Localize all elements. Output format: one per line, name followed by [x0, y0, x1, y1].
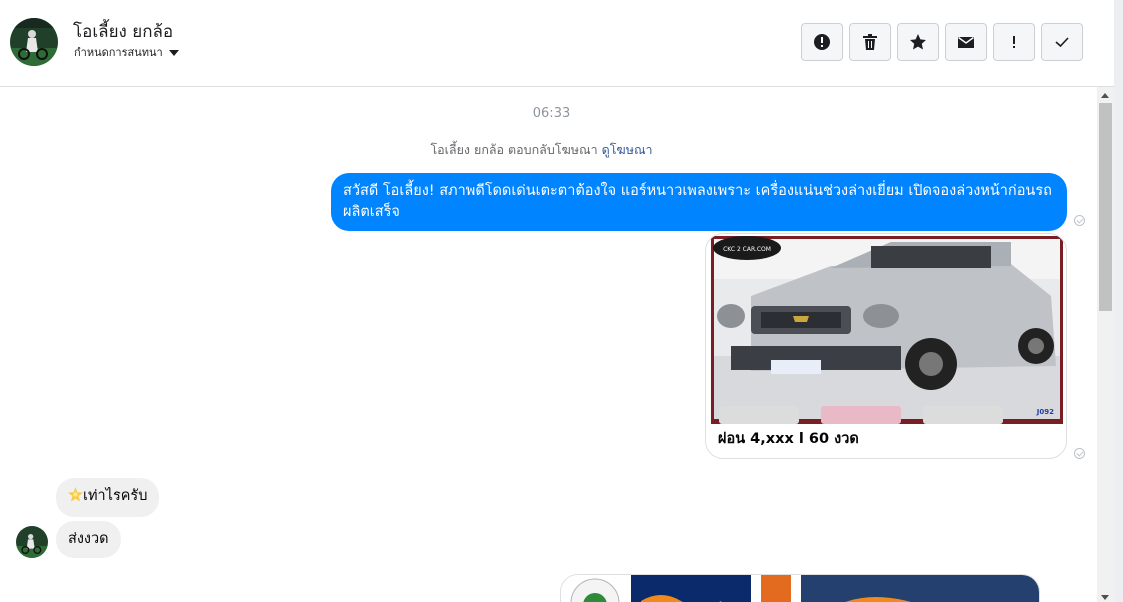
assign-conversation-dropdown[interactable]: กำหนดการสนทนา: [74, 43, 179, 61]
ad-image-card[interactable]: CKC 2 CAR.COM J092 ผ่อน 4,xxx l 60 งวด: [705, 233, 1067, 459]
card-caption: ผ่อน 4,xxx l 60 งวด: [718, 431, 859, 447]
scrollbar-thumb[interactable]: [1099, 103, 1112, 311]
scroll-down-arrow-icon[interactable]: [1101, 595, 1109, 600]
ad-reply-notice: โอเลี้ยง ยกล้อ ตอบกลับโฆษณา ดูโฆษณา: [0, 140, 1083, 160]
exclamation-icon: [1013, 36, 1015, 48]
outgoing-message-bubble[interactable]: สวัสดี โอเลี้ยง! สภาพดีโดดเด่นเตะตาต้องใ…: [331, 173, 1067, 231]
conversation-toolbar: [801, 23, 1083, 61]
follow-up-button[interactable]: [993, 23, 1035, 61]
star-button[interactable]: [897, 23, 939, 61]
chat-scrollbar[interactable]: [1097, 87, 1114, 602]
card-logo-text: CKC 2 CAR.COM: [723, 246, 771, 253]
view-ad-link[interactable]: ดูโฆษณา: [602, 142, 653, 157]
caret-down-icon: [168, 49, 179, 56]
contact-avatar[interactable]: [10, 18, 58, 66]
spam-button[interactable]: [801, 23, 843, 61]
ad-reply-text: โอเลี้ยง ยกล้อ ตอบกลับโฆษณา: [430, 142, 598, 157]
sparkle-star-icon: [68, 487, 83, 509]
envelope-icon: [958, 36, 974, 48]
assign-label: กำหนดการสนทนา: [74, 46, 163, 59]
seen-check-icon: [1074, 215, 1085, 226]
delete-button[interactable]: [849, 23, 891, 61]
contact-avatar-small: [16, 526, 48, 558]
trash-icon: [863, 34, 877, 50]
seen-check-icon: [1074, 448, 1085, 459]
mark-unread-button[interactable]: [945, 23, 987, 61]
alert-circle-icon: [814, 34, 830, 50]
contact-name[interactable]: โอเลี้ยง ยกล้อ: [73, 18, 173, 45]
incoming-message-bubble[interactable]: เท่าไรครับ: [56, 478, 160, 517]
conversation-header: โอเลี้ยง ยกล้อ กำหนดการสนทนา: [0, 0, 1114, 87]
scroll-up-arrow-icon[interactable]: [1101, 93, 1109, 98]
incoming-message-bubble[interactable]: ส่งงวด: [56, 521, 121, 558]
next-ad-image-card[interactable]: [560, 574, 1040, 602]
message-timestamp: 06:33: [532, 106, 571, 121]
incoming-message-text: เท่าไรครับ: [83, 488, 148, 504]
mark-done-button[interactable]: [1041, 23, 1083, 61]
check-icon: [1055, 37, 1069, 48]
star-icon: [910, 34, 926, 50]
car-ad-image[interactable]: CKC 2 CAR.COM J092: [711, 236, 1063, 424]
right-panel-edge: [1114, 0, 1123, 602]
card-code-text: J092: [1036, 408, 1054, 416]
